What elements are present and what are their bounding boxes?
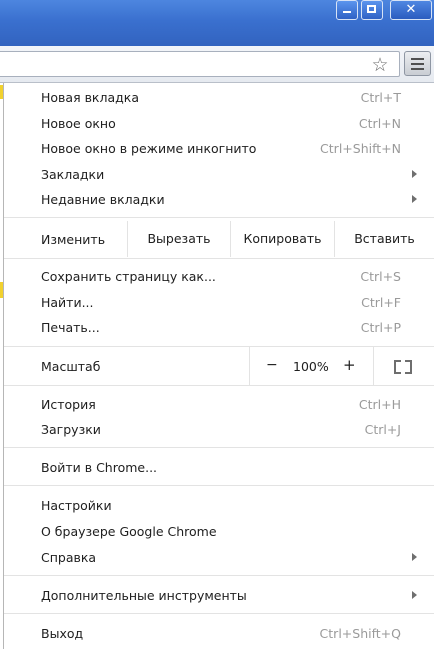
minimize-icon [343,11,351,13]
zoom-row: Масштаб − 100% + [4,347,434,385]
menu-item-about[interactable]: О браузере Google Chrome [4,518,434,544]
menu-item-label: Справка [41,550,97,565]
menu-item-shortcut: Ctrl+J [364,422,401,437]
menu-item-new-tab[interactable]: Новая вкладка Ctrl+T [4,84,434,110]
menu-separator [4,575,434,576]
menu-separator [4,385,434,386]
menu-item-label: Выход [41,626,84,641]
menu-item-shortcut: Ctrl+Shift+Q [319,626,401,641]
menu-item-label: История [41,397,96,412]
menu-item-shortcut: Ctrl+Shift+N [320,141,401,156]
menu-item-label: Настройки [41,498,112,513]
menu-item-label: Новое окно в режиме инкогнито [41,141,257,156]
edit-label: Изменить [41,232,106,247]
menu-item-label: Дополнительные инструменты [41,588,247,603]
minimize-button[interactable] [336,0,358,20]
browser-toolbar: ☆ [0,46,434,83]
submenu-arrow-icon [412,170,417,178]
fullscreen-button[interactable] [373,347,434,385]
zoom-in-button[interactable]: + [343,356,356,374]
menu-item-shortcut: Ctrl+P [360,320,401,335]
hamburger-icon [411,68,424,70]
menu-item-more-tools[interactable]: Дополнительные инструменты [4,582,434,608]
window-titlebar: ✕ [0,0,434,46]
menu-item-label: Сохранить страницу как... [41,269,216,284]
menu-separator [4,217,434,218]
menu-item-label: Войти в Chrome... [41,460,158,475]
zoom-out-button[interactable]: − [266,357,278,373]
menu-item-history[interactable]: История Ctrl+H [4,391,434,417]
submenu-arrow-icon [412,195,417,203]
menu-separator [4,485,434,486]
menu-item-label: О браузере Google Chrome [41,524,217,539]
chrome-main-menu: Новая вкладка Ctrl+T Новое окно Ctrl+N Н… [3,83,434,649]
menu-item-settings[interactable]: Настройки [4,492,434,518]
menu-item-label: Печать... [41,320,100,335]
menu-item-label: Найти... [41,295,94,310]
copy-button[interactable]: Копировать [230,221,334,257]
hamburger-icon [411,58,424,60]
chrome-menu-button[interactable] [404,51,431,76]
menu-item-label: Недавние вкладки [41,192,165,207]
menu-item-shortcut: Ctrl+H [358,397,401,412]
menu-item-exit[interactable]: Выход Ctrl+Shift+Q [4,620,434,646]
submenu-arrow-icon [412,591,417,599]
menu-item-label: Новая вкладка [41,90,139,105]
menu-separator [4,258,434,259]
star-icon[interactable]: ☆ [370,55,390,75]
paste-button[interactable]: Вставить [334,221,434,257]
menu-item-print[interactable]: Печать... Ctrl+P [4,314,434,340]
menu-item-shortcut: Ctrl+S [360,269,401,284]
menu-item-sign-in[interactable]: Войти в Chrome... [4,454,434,480]
menu-item-help[interactable]: Справка [4,544,434,570]
menu-item-new-incognito-window[interactable]: Новое окно в режиме инкогнито Ctrl+Shift… [4,135,434,161]
close-icon: ✕ [405,2,417,17]
submenu-arrow-icon [412,553,417,561]
menu-item-save-page[interactable]: Сохранить страницу как... Ctrl+S [4,263,434,289]
menu-item-recent-tabs[interactable]: Недавние вкладки [4,186,434,212]
maximize-button[interactable] [361,0,383,20]
menu-item-find[interactable]: Найти... Ctrl+F [4,289,434,315]
menu-item-shortcut: Ctrl+F [361,295,401,310]
menu-separator [4,447,434,448]
close-button[interactable]: ✕ [390,0,432,20]
menu-item-label: Загрузки [41,422,101,437]
fullscreen-icon [394,360,412,374]
menu-separator [4,613,434,614]
menu-item-new-window[interactable]: Новое окно Ctrl+N [4,110,434,136]
address-bar[interactable]: ☆ [0,51,400,77]
zoom-label: Масштаб [41,359,101,374]
menu-item-downloads[interactable]: Загрузки Ctrl+J [4,416,434,442]
menu-item-bookmarks[interactable]: Закладки [4,161,434,187]
hamburger-icon [411,63,424,65]
menu-item-shortcut: Ctrl+N [358,116,401,131]
menu-item-label: Закладки [41,167,105,182]
menu-item-label: Новое окно [41,116,116,131]
cut-button[interactable]: Вырезать [127,221,230,257]
edit-row: Изменить Вырезать Копировать Вставить [4,221,434,257]
menu-item-shortcut: Ctrl+T [360,90,401,105]
zoom-level: 100% [293,359,329,374]
maximize-icon [367,5,376,13]
